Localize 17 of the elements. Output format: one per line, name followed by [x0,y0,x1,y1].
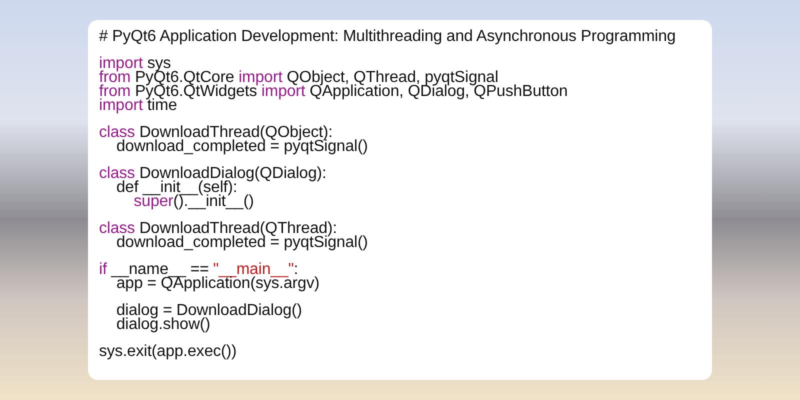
code-line: download_completed = pyqtSignal() [115,140,368,154]
code-line: from PyQt6.QtCore import QObject, QThread, pyqtSignal [99,71,498,85]
code-line: class DownloadThread(QThread): [99,222,338,236]
code-line: app = QApplication(sys.argv) [116,277,320,291]
code-line: super().__init__() [132,195,254,209]
code-line: sys.exit(app.exec()) [99,345,237,359]
code-line: def __init__(self): [115,181,238,195]
code-line: dialog.show() [115,318,210,332]
code-line: from PyQt6.QtWidgets import QApplication, QDialog, QPushButton [99,85,568,99]
code-line: class DownloadDialog(QDialog): [99,167,326,181]
code-line: import time [99,99,178,113]
code-line: import sys [99,57,171,71]
code-line: if __name__ == "__main__": [99,263,298,277]
code-line: dialog = DownloadDialog() [115,304,302,318]
code-line: class DownloadThread(QObject): [99,126,333,140]
code-line: download_completed = pyqtSignal() [115,236,368,250]
code-comment: # PyQt6 Application Development: Multithreading and Asynchronous Programming [99,30,676,44]
